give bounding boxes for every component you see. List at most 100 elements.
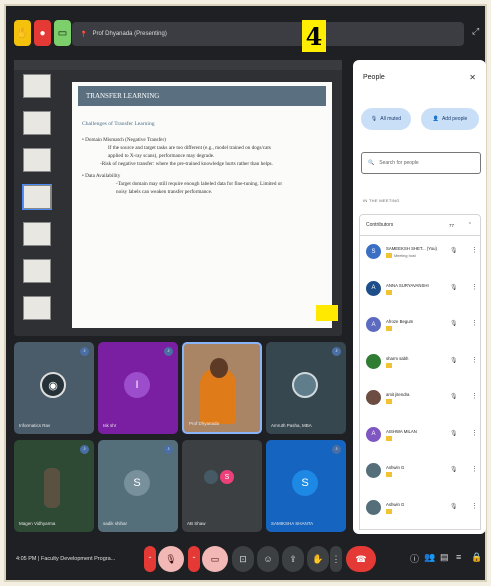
avatar: A [366, 280, 381, 296]
slide-thumbnail[interactable] [23, 111, 51, 135]
list-item[interactable]: A Afroze Begum 🎙 ⋮ [360, 309, 480, 346]
mic-off-icon: 🎙 [370, 116, 378, 122]
presenter-face [210, 358, 228, 378]
participant-tile[interactable]: I ♪ Isk shr [98, 342, 178, 434]
chevron-up-icon[interactable]: ⌃ [468, 222, 472, 228]
mic-off-icon[interactable]: 🎙 [450, 503, 458, 510]
layout-icon[interactable]: ⤢ [472, 26, 479, 37]
participant-name: SAMEEKSH SHET... (You) [386, 246, 437, 251]
mute-all-button[interactable]: 🎙 All muted [361, 108, 411, 130]
people-icon[interactable]: 👥 [424, 552, 435, 563]
participant-tile[interactable]: S ♪ SAMIKSHA SHANTA [266, 440, 346, 532]
avatar [292, 372, 318, 398]
add-people-button[interactable]: 👤 Add people [421, 108, 479, 130]
captions-icon[interactable]: ▭ [54, 20, 71, 46]
captions-button[interactable]: ⊡ [232, 546, 254, 572]
camera-menu-button[interactable]: ⌃ [188, 546, 200, 572]
presentation-toolbar [14, 60, 342, 70]
participant-tile[interactable]: S ♪ sadik shihar [98, 440, 178, 532]
badge-icon [386, 399, 392, 404]
camera-icon: ◉ [40, 372, 66, 398]
mic-icon: ♪ [164, 347, 173, 356]
more-options-icon[interactable]: ⋮ [471, 429, 478, 437]
mic-off-icon[interactable]: 🎙 [450, 466, 458, 473]
camera-off-button[interactable]: ▭ [202, 546, 228, 572]
more-options-icon[interactable]: ⋮ [471, 502, 478, 510]
meeting-info: 4:05 PM | Faculty Development Progra... [16, 556, 115, 562]
mic-off-icon[interactable]: 🎙 [450, 284, 458, 291]
avatar: S [292, 470, 318, 496]
participant-tile[interactable]: ♪ Amruth Pasha, MBA [266, 342, 346, 434]
slide-thumbnail[interactable] [23, 259, 51, 283]
avatar [366, 353, 381, 369]
participant-role [386, 326, 392, 331]
list-item[interactable]: A AISHWA MILAN 🎙 ⋮ [360, 419, 480, 456]
activities-icon[interactable]: ≡ [456, 552, 461, 562]
participant-tile[interactable]: S AB Shaw [182, 440, 262, 532]
more-options-icon[interactable]: ⋮ [471, 283, 478, 291]
list-item[interactable]: S SAMEEKSH SHET... (You) Meeting host 🎙 … [360, 236, 480, 273]
list-item[interactable]: Ashwin G 🎙 ⋮ [360, 455, 480, 492]
list-item[interactable]: sharm sabh 🎙 ⋮ [360, 346, 480, 383]
more-options-icon[interactable]: ⋮ [471, 246, 478, 254]
mic-off-icon[interactable]: 🎙 [450, 393, 458, 400]
slide-thumbnail[interactable] [23, 222, 51, 246]
search-icon: 🔍 [368, 160, 375, 166]
mic-icon: ♪ [332, 445, 341, 454]
role-label: Meeting host [394, 253, 416, 258]
more-options-icon[interactable]: ⋮ [471, 319, 478, 327]
more-options-icon[interactable]: ⋮ [471, 465, 478, 473]
chat-icon[interactable]: ▤ [440, 552, 449, 563]
mic-icon: ♪ [80, 445, 89, 454]
emoji-button[interactable]: ☺ [257, 546, 279, 572]
presenter-banner[interactable]: 📍 Prof Dhyanada (Presenting) [72, 22, 464, 46]
present-button[interactable]: ⇪ [282, 546, 304, 572]
badge-icon [386, 472, 392, 477]
slide-thumbnail[interactable] [23, 74, 51, 98]
search-input[interactable]: 🔍 Search for people [361, 152, 481, 174]
participant-role [386, 472, 392, 477]
participant-role [386, 362, 392, 368]
participant-name: amit jitendra [386, 392, 410, 397]
participant-name: sharm sabh [386, 355, 409, 361]
participant-name: AB Shaw [187, 521, 206, 526]
participant-name: AISHWA MILAN [386, 428, 417, 434]
presenter-label: Prof Dhyanada (Presenting) [92, 31, 167, 37]
list-item[interactable]: A ANNA SURYAVANSHI 🎙 ⋮ [360, 273, 480, 310]
mic-off-icon[interactable]: 🎙 [450, 247, 458, 254]
section-label: IN THE MEETING [363, 198, 400, 203]
slide-thumbnail-selected[interactable] [22, 184, 52, 210]
info-icon[interactable]: ⓘ [410, 552, 419, 565]
mic-off-button[interactable]: 🎙 [158, 546, 184, 572]
participant-tile[interactable]: ♪ Magen Vidhyarma [14, 440, 94, 532]
mic-off-icon[interactable]: 🎙 [450, 357, 458, 364]
slide-thumbnail[interactable] [23, 296, 51, 320]
avatar [366, 499, 381, 515]
slide-thumbnail[interactable] [23, 148, 51, 172]
raise-hand-button[interactable]: ✋ [307, 546, 329, 572]
mic-menu-button[interactable]: ⌃ [144, 546, 156, 572]
list-item[interactable]: Ashwin G 🎙 ⋮ [360, 492, 480, 529]
more-options-button[interactable]: ⋮ [330, 546, 342, 572]
close-icon[interactable]: ✕ [469, 73, 476, 82]
raise-hand-icon[interactable]: ✋ [14, 20, 31, 46]
more-options-icon[interactable]: ⋮ [471, 356, 478, 364]
more-options-icon[interactable]: ⋮ [471, 392, 478, 400]
add-people-label: Add people [441, 116, 468, 122]
slide-thumbnails [20, 74, 54, 332]
mic-off-icon[interactable]: 🎙 [450, 430, 458, 437]
stop-recording-icon[interactable]: ● [34, 20, 51, 46]
participant-tile-active[interactable]: Prof Dhyanada [182, 342, 262, 434]
current-slide: TRANSFER LEARNING Challenges of Transfer… [72, 82, 332, 328]
list-item[interactable]: amit jitendra 🎙 ⋮ [360, 382, 480, 419]
participant-role [386, 289, 392, 295]
clock-time: 4:05 PM [16, 556, 37, 562]
avatar [204, 470, 218, 484]
participant-tile[interactable]: ◉ ♪ Informatics Rav [14, 342, 94, 434]
contributors-header[interactable]: Contributors 77 ⌃ [359, 214, 481, 236]
mic-icon: ♪ [332, 347, 341, 356]
mic-off-icon[interactable]: 🎙 [450, 320, 458, 327]
leave-call-button[interactable]: ☎ [346, 546, 376, 572]
participant-name: Afroze Begum [386, 319, 414, 324]
lock-icon[interactable]: 🔒 [471, 552, 482, 563]
